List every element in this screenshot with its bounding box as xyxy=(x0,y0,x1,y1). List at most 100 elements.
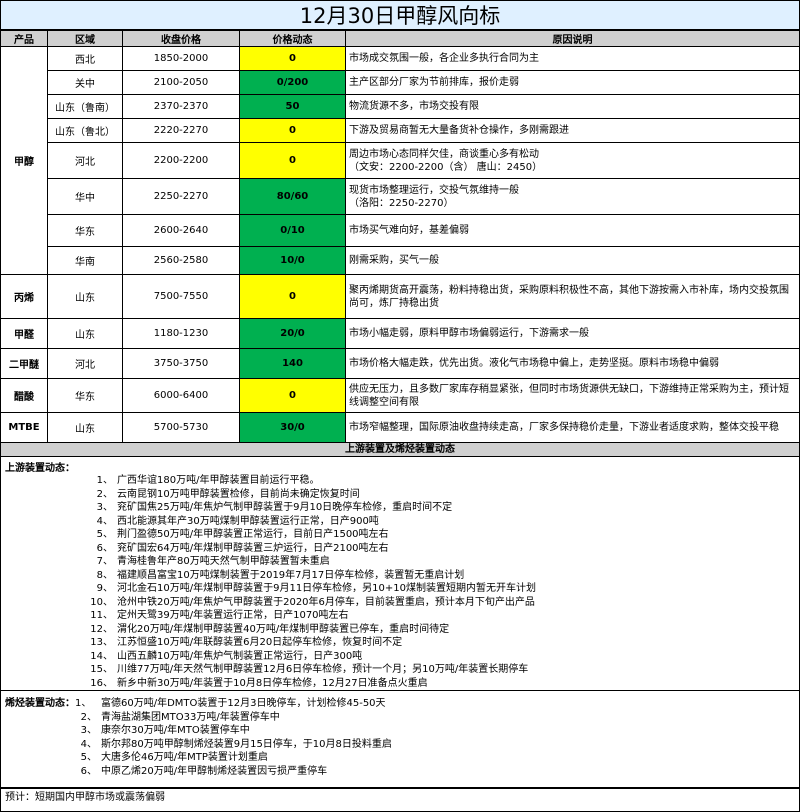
region-cell: 山东 xyxy=(47,318,123,349)
list-item: 烯烃装置动态：1、 富德60万吨/年DMTO装置于12月3日晚停车，计划检修45-… xyxy=(5,697,795,711)
reason-cell: 市场价格大幅走跌，优先出货。液化气市场稳中偏上，走势坚挺。原料市场稳中偏弱 xyxy=(345,348,800,379)
item-number: 6、 xyxy=(80,765,97,777)
table-row: 山东（鲁北） 2220-2270 0 下游及贸易商暂无大量备货补仓操作，多刚需跟进 xyxy=(1,118,800,143)
product-cell: 丙烯 xyxy=(0,274,48,319)
item-text: 西北能源其年产30万吨煤制甲醇装置运行正常，日产900吨 xyxy=(117,515,379,527)
item-text: 福建顺昌富宝10万吨煤制装置于2019年7月17日停车检修，装置暂无重启计划 xyxy=(117,569,465,581)
table-row: 醋酸 华东 6000-6400 0 供应无压力，且多数厂家库存稍显紧张，但同时市场货源供… xyxy=(0,378,800,413)
price-cell: 2100-2050 xyxy=(122,70,240,95)
table-row: 甲醇 西北 1850-2000 0 市场成交氛围一般，各企业多执行合同为主 xyxy=(0,46,800,275)
item-number: 烯烃装置动态：1、 xyxy=(5,697,101,711)
olefin-list: 烯烃装置动态：1、 富德60万吨/年DMTO装置于12月3日晚停车，计划检修45-… xyxy=(5,697,795,778)
table-row: 丙烯 山东 7500-7550 0 聚丙烯期货高开震荡，粉料持稳出货，采购原料积极性不高… xyxy=(0,274,800,319)
reason-cell: 现货市场整理运行，交投气氛维持一般 （洛阳：2250-2270） xyxy=(345,178,800,215)
table-row: 华南 2560-2580 10/0 刚需采购，买气一般 xyxy=(1,246,800,275)
olefin-section: 烯烃装置动态：1、 富德60万吨/年DMTO装置于12月3日晚停车，计划检修45-… xyxy=(0,691,800,788)
region-cell: 西北 xyxy=(47,46,123,71)
item-number: 5、 xyxy=(96,529,113,540)
region-cell: 山东 xyxy=(47,412,123,443)
list-item: 7、 青海桂鲁年产80万吨天然气制甲醇装置暂未重启 xyxy=(5,555,795,569)
region-cell: 山东 xyxy=(47,274,123,319)
product-cell: 二甲醚 xyxy=(0,348,48,379)
upstream-section: 上游装置动态： 1、 广西华谊180万吨/年甲醇装置目前运行平稳。 2、 云南昆钢10… xyxy=(0,457,800,691)
price-cell: 2560-2580 xyxy=(122,246,240,275)
reason-text: 市场成交氛围一般，各企业多执行合同为主 xyxy=(349,53,539,64)
reason-cell: 市场窄幅整理，国际原油收盘持续走高，厂家多保持稳价走量，下游业者适度求购，整体交… xyxy=(345,412,800,443)
price-cell: 7500-7550 xyxy=(122,274,240,319)
table-row: 华东 2600-2640 0/10 市场买气难向好，基差偏弱 xyxy=(1,214,800,247)
region-cell: 山东（鲁北） xyxy=(47,118,123,143)
product-cell: 甲醛 xyxy=(0,318,48,349)
reason-cell: 供应无压力，且多数厂家库存稍显紧张，但同时市场货源供无缺口，下游维持正常采购为主… xyxy=(345,378,800,413)
list-item: 1、 广西华谊180万吨/年甲醇装置目前运行平稳。 xyxy=(5,474,795,488)
reason-text: 物流货源不多，市场交投有限 xyxy=(349,101,479,112)
price-cell: 2200-2200 xyxy=(122,142,240,179)
item-number-text: 1、 xyxy=(75,698,92,709)
list-item: 6、 中原乙烯20万吨/年甲醇制烯烃装置因亏损严重停车 xyxy=(5,765,795,779)
change-cell: 0 xyxy=(239,118,346,143)
product-cell: MTBE xyxy=(0,412,48,443)
reason-detail: （洛阳：2250-2270） xyxy=(349,197,454,209)
upstream-label: 上游装置动态： xyxy=(5,463,75,474)
item-text: 青海桂鲁年产80万吨天然气制甲醇装置暂未重启 xyxy=(117,556,330,567)
reason-text: 市场买气难向好，基差偏弱 xyxy=(349,225,469,236)
product-cell: 醋酸 xyxy=(0,378,48,413)
header-product: 产品 xyxy=(0,30,48,47)
item-text: 广西华谊180万吨/年甲醇装置目前运行平稳。 xyxy=(117,475,320,486)
list-item: 5、 大唐多伦46万吨/年MTP装置计划重启 xyxy=(5,751,795,765)
list-item: 4、 西北能源其年产30万吨煤制甲醇装置运行正常，日产900吨 xyxy=(5,515,795,529)
reason-text: 市场小幅走弱，原料甲醇市场偏弱运行，下游需求一般 xyxy=(349,328,589,339)
reason-text: 刚需采购，买气一般 xyxy=(349,255,439,266)
item-number: 13、 xyxy=(90,637,113,648)
item-number: 16、 xyxy=(90,677,113,689)
item-number: 14、 xyxy=(90,650,113,662)
item-text: 江苏恒盛10万吨/年联醇装置6月20日起停车检修，恢复时间不定 xyxy=(117,637,403,648)
header-region: 区域 xyxy=(47,30,123,47)
reason-cell: 市场小幅走弱，原料甲醇市场偏弱运行，下游需求一般 xyxy=(345,318,800,349)
section-header: 上游装置及烯烃装置动态 xyxy=(0,443,800,457)
price-cell: 3750-3750 xyxy=(122,348,240,379)
item-text: 荆门盈德50万吨/年甲醇装置正常运行，目前日产1500吨左右 xyxy=(117,529,389,540)
price-cell: 1180-1230 xyxy=(122,318,240,349)
change-cell: 0 xyxy=(239,46,346,71)
table-row: 河北 2200-2200 0 周边市场心态同样欠佳，商谈重心多有松动 （文安：2200-… xyxy=(1,142,800,179)
list-item: 10、 沧州中铁20万吨/年焦炉气甲醇装置于2020年6月停车，目前装置重启，预计… xyxy=(5,596,795,610)
table-header-row: 产品 区域 收盘价格 价格动态 原因说明 xyxy=(0,30,800,47)
item-number: 1、 xyxy=(96,475,113,486)
item-text: 大唐多伦46万吨/年MTP装置计划重启 xyxy=(101,752,268,763)
product-cell: 甲醇 xyxy=(0,46,48,275)
item-number: 2、 xyxy=(96,488,113,500)
reason-cell: 主产区部分厂家为节前排库，报价走弱 xyxy=(345,70,800,95)
item-number: 3、 xyxy=(80,725,97,736)
list-item: 9、 河北金石10万吨/年煤制甲醇装置于9月11日停车检修，另10+10煤制装置短… xyxy=(5,582,795,596)
item-text: 云南昆钢10万吨甲醇装置检修，目前尚未确定恢复时间 xyxy=(117,488,360,500)
price-table-body: 产品 区域 收盘价格 价格动态 原因说明 甲醇 西北 1850-2000 0 市场成交氛… xyxy=(0,30,800,443)
list-item: 11、 定州天鹭39万吨/年装置运行正常，日产1070吨左右 xyxy=(5,609,795,623)
change-cell: 20/0 xyxy=(239,318,346,349)
list-item: 2、 云南昆钢10万吨甲醇装置检修，目前尚未确定恢复时间 xyxy=(5,488,795,502)
change-cell: 50 xyxy=(239,94,346,119)
item-number: 4、 xyxy=(80,738,97,750)
region-cell: 河北 xyxy=(47,142,123,179)
list-item: 6、 兖矿国宏64万吨/年煤制甲醇装置三炉运行，日产2100吨左右 xyxy=(5,542,795,556)
item-text: 川维77万吨/年天然气制甲醇装置12月6日停车检修，预计一个月；另10万吨/年装… xyxy=(117,664,529,675)
region-cell: 华东 xyxy=(47,378,123,413)
change-cell: 0 xyxy=(239,142,346,179)
item-text: 兖矿国焦25万吨/年焦炉气制甲醇装置于9月10日晚停车检修，重启时间不定 xyxy=(117,502,453,513)
item-text: 山西五麟10万吨/年焦炉气制装置正常运行，日产300吨 xyxy=(117,650,363,662)
change-cell: 0/200 xyxy=(239,70,346,95)
list-item: 16、 新乡中新30万吨/年装置于10月8日停车检修，12月27日准备点火重启 xyxy=(5,677,795,691)
table-row: 二甲醚 河北 3750-3750 140 市场价格大幅走跌，优先出货。液化气市场稳中偏上… xyxy=(0,348,800,379)
item-number: 9、 xyxy=(96,583,113,594)
item-text: 富德60万吨/年DMTO装置于12月3日晚停车，计划检修45-50天 xyxy=(101,698,386,709)
change-cell: 0 xyxy=(239,274,346,319)
item-text: 康奈尔30万吨/年MTO装置停车中 xyxy=(101,725,250,736)
item-number: 12、 xyxy=(90,623,113,635)
item-number: 6、 xyxy=(96,542,113,554)
price-cell: 2600-2640 xyxy=(122,214,240,247)
change-cell: 80/60 xyxy=(239,178,346,215)
reason-cell: 市场买气难向好，基差偏弱 xyxy=(345,214,800,247)
price-cell: 5700-5730 xyxy=(122,412,240,443)
reason-text: 聚丙烯期货高开震荡，粉料持稳出货，采购原料积极性不高，其他下游按需入市补库，场内… xyxy=(349,284,789,309)
table-row: 华中 2250-2270 80/60 现货市场整理运行，交投气氛维持一般 （洛阳：225… xyxy=(1,178,800,215)
